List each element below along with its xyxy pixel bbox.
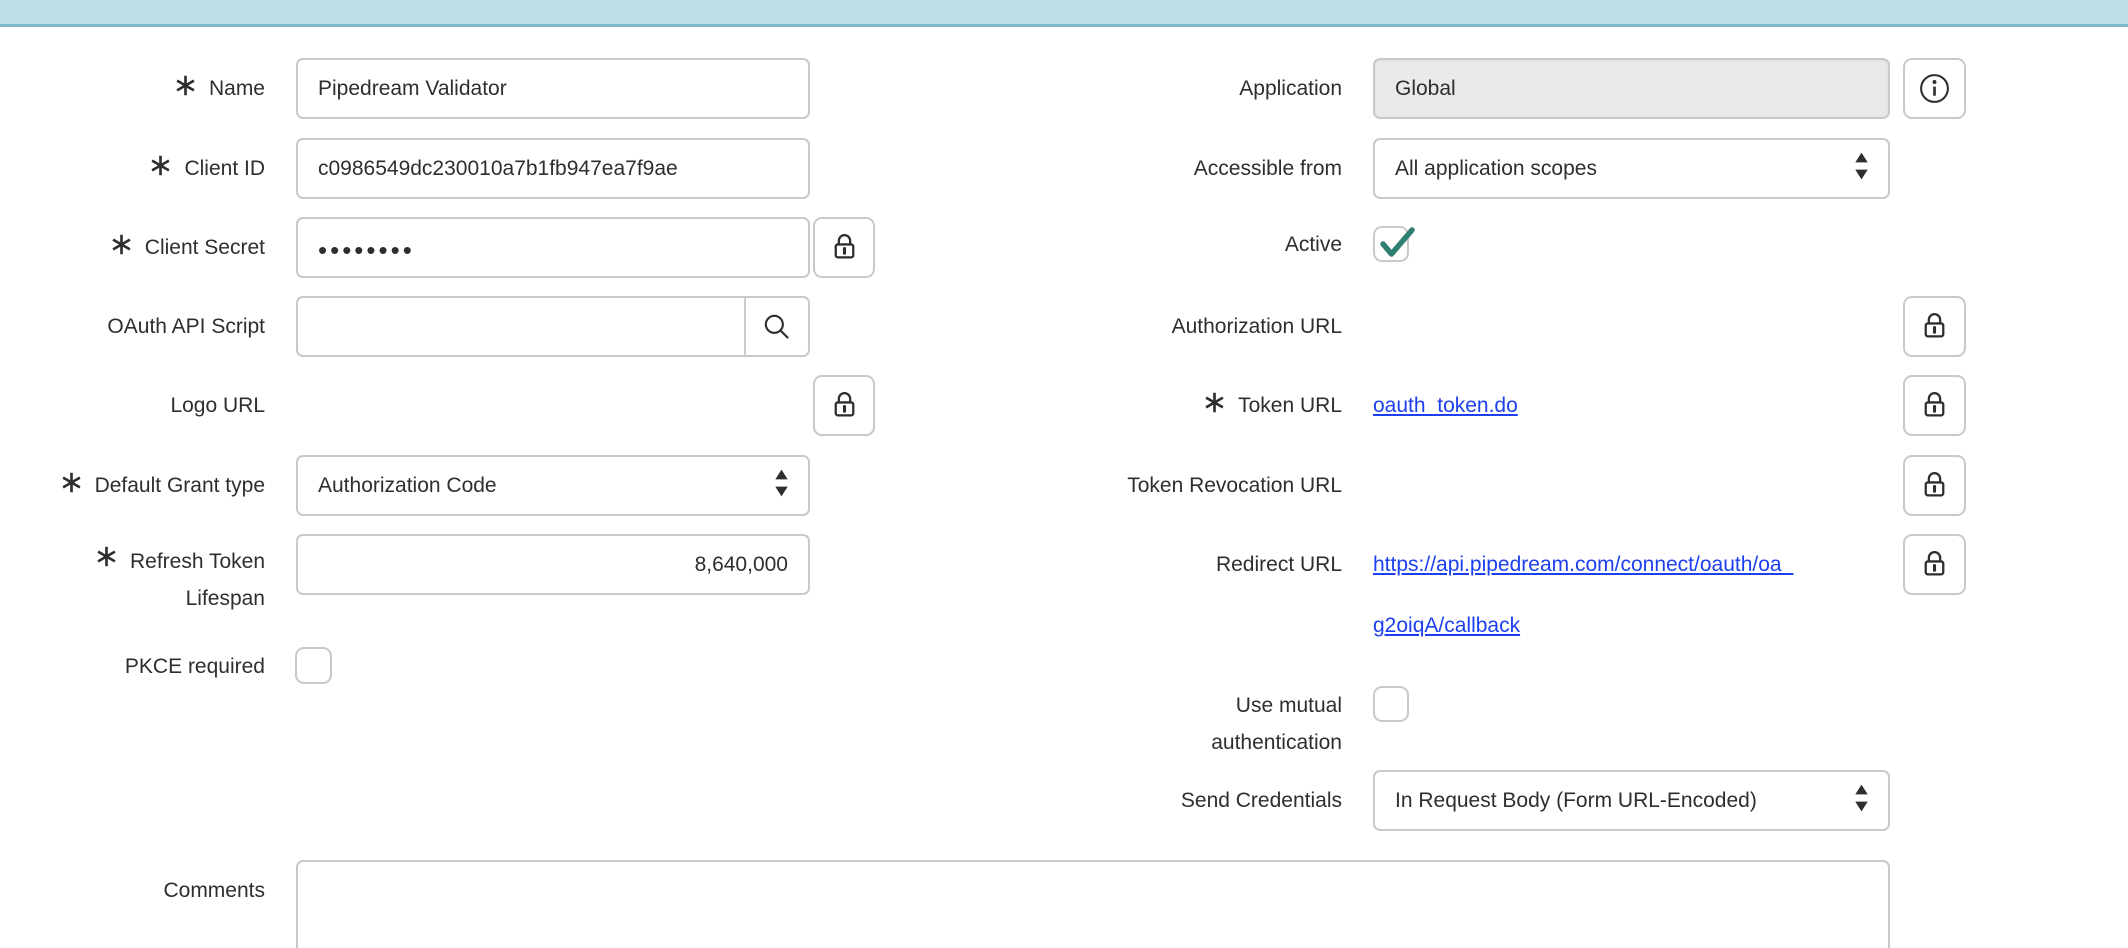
active-label: Active bbox=[1050, 214, 1342, 275]
token-revocation-url-lock-button[interactable] bbox=[1903, 455, 1966, 516]
comments-textarea[interactable] bbox=[296, 860, 1890, 948]
default-grant-type-label: Default Grant type bbox=[0, 455, 265, 516]
token-url-value: oauth_token.do bbox=[1373, 375, 1518, 436]
token-revocation-url-label: Token Revocation URL bbox=[1050, 455, 1342, 516]
required-asterisk-icon bbox=[110, 233, 133, 256]
lock-icon bbox=[828, 230, 861, 263]
client-secret-input[interactable]: •••••••• bbox=[296, 217, 810, 278]
accessible-from-select[interactable]: All application scopes bbox=[1373, 138, 1890, 199]
redirect-url-value: https://api.pipedream.com/connect/oauth/… bbox=[1373, 534, 1893, 656]
checkmark-icon bbox=[1376, 224, 1416, 262]
client-id-input[interactable]: c0986549dc230010a7b1fb947ea7f9ae bbox=[296, 138, 810, 199]
authorization-url-label: Authorization URL bbox=[1050, 296, 1342, 357]
name-input[interactable]: Pipedream Validator bbox=[296, 58, 810, 119]
accessible-from-label: Accessible from bbox=[1050, 138, 1342, 199]
default-grant-type-select[interactable]: Authorization Code bbox=[296, 455, 810, 516]
redirect-url-label: Redirect URL bbox=[1050, 534, 1342, 595]
required-asterisk-icon bbox=[1203, 391, 1226, 414]
token-url-lock-button[interactable] bbox=[1903, 375, 1966, 436]
oauth-api-script-reference-field[interactable] bbox=[296, 296, 810, 357]
lock-icon bbox=[828, 388, 861, 421]
authorization-url-lock-button[interactable] bbox=[1903, 296, 1966, 357]
lock-icon bbox=[1918, 547, 1951, 580]
refresh-token-lifespan-input[interactable]: 8,640,000 bbox=[296, 534, 810, 595]
updown-arrows-icon bbox=[1853, 150, 1870, 181]
oauth-application-registry-form: Name Pipedream Validator Client ID c0986… bbox=[0, 0, 2128, 948]
lock-icon bbox=[1918, 388, 1951, 421]
name-label: Name bbox=[0, 58, 265, 119]
send-credentials-label: Send Credentials bbox=[1050, 770, 1342, 831]
info-icon bbox=[1917, 71, 1952, 106]
pkce-required-checkbox[interactable] bbox=[295, 647, 332, 684]
reference-lookup-button[interactable] bbox=[744, 298, 808, 355]
use-mutual-authentication-checkbox[interactable] bbox=[1373, 686, 1409, 722]
updown-arrows-icon bbox=[1853, 782, 1870, 813]
pkce-required-label: PKCE required bbox=[0, 636, 265, 697]
updown-arrows-icon bbox=[773, 467, 790, 498]
application-readonly-field: Global bbox=[1373, 58, 1890, 119]
comments-label: Comments bbox=[0, 860, 265, 921]
client-id-label: Client ID bbox=[0, 138, 265, 199]
header-strip bbox=[0, 0, 2128, 27]
logo-url-label: Logo URL bbox=[0, 375, 265, 436]
logo-url-lock-button[interactable] bbox=[813, 375, 875, 436]
required-asterisk-icon bbox=[60, 471, 83, 494]
active-checkbox[interactable] bbox=[1373, 226, 1409, 262]
required-asterisk-icon bbox=[149, 154, 172, 177]
application-info-button[interactable] bbox=[1903, 58, 1966, 119]
required-asterisk-icon bbox=[95, 545, 118, 568]
token-url-label: Token URL bbox=[1050, 375, 1342, 436]
token-url-link[interactable]: oauth_token.do bbox=[1373, 394, 1518, 418]
oauth-api-script-label: OAuth API Script bbox=[0, 296, 265, 357]
lock-icon bbox=[1918, 468, 1951, 501]
client-secret-lock-button[interactable] bbox=[813, 217, 875, 278]
redirect-url-link[interactable]: https://api.pipedream.com/connect/oauth/… bbox=[1373, 534, 1893, 656]
refresh-token-lifespan-label: Refresh Token Lifespan bbox=[0, 543, 265, 617]
use-mutual-authentication-label: Use mutual authentication bbox=[1050, 687, 1342, 761]
lock-icon bbox=[1918, 309, 1951, 342]
required-asterisk-icon bbox=[174, 74, 197, 97]
send-credentials-select[interactable]: In Request Body (Form URL-Encoded) bbox=[1373, 770, 1890, 831]
search-icon bbox=[760, 310, 794, 344]
client-secret-label: Client Secret bbox=[0, 217, 265, 278]
application-label: Application bbox=[1050, 58, 1342, 119]
redirect-url-lock-button[interactable] bbox=[1903, 534, 1966, 595]
